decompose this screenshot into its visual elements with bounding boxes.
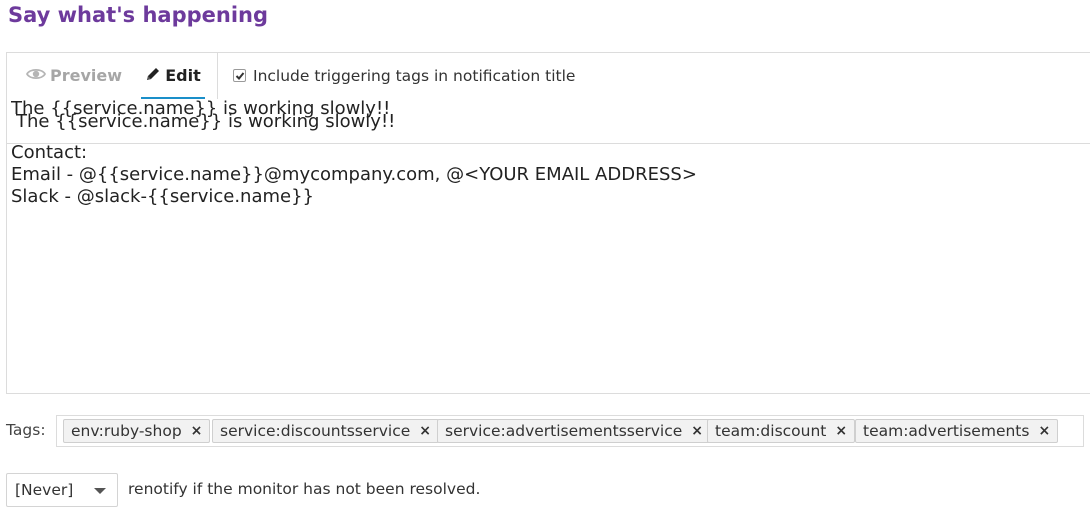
renotify-description: renotify if the monitor has not been res… (128, 480, 481, 498)
remove-tag-icon[interactable]: × (419, 423, 431, 439)
include-tags-label: Include triggering tags in notification … (253, 66, 576, 85)
tab-edit-label: Edit (165, 66, 201, 85)
tab-preview[interactable]: Preview (25, 53, 123, 98)
renotify-select[interactable]: [Never] (6, 473, 118, 507)
pencil-icon (145, 66, 165, 86)
tab-divider (217, 53, 218, 99)
renotify-select-value: [Never] (15, 481, 74, 499)
tag-chip: service:advertisementsservice × (437, 419, 712, 443)
remove-tag-icon[interactable]: × (835, 423, 847, 439)
remove-tag-icon[interactable]: × (1038, 423, 1050, 439)
tag-chip: service:discountsservice × (212, 419, 440, 443)
tab-edit[interactable]: Edit (141, 53, 205, 100)
editor-tabbar: Preview Edit Include triggering tags in … (7, 53, 1090, 100)
tags-label: Tags: (6, 421, 46, 439)
tags-input[interactable]: env:ruby-shop × service:discountsservice… (56, 415, 1084, 447)
include-tags-option[interactable]: Include triggering tags in notification … (233, 53, 575, 98)
section-title: Say what's happening (8, 3, 269, 27)
tag-chip-label: service:discountsservice (220, 422, 411, 440)
eye-icon (25, 66, 50, 85)
chevron-down-icon (94, 488, 106, 494)
include-tags-checkbox[interactable] (233, 69, 246, 82)
tab-preview-label: Preview (50, 66, 123, 85)
tag-chip: env:ruby-shop × (63, 419, 211, 443)
message-body-textarea[interactable]: The {{service.name}} is working slowly!!… (11, 98, 1071, 333)
tag-chip-label: team:discount (715, 422, 827, 440)
remove-tag-icon[interactable]: × (191, 423, 203, 439)
tag-chip-label: team:advertisements (863, 422, 1030, 440)
tag-chip: team:advertisements × (855, 419, 1059, 443)
remove-tag-icon[interactable]: × (691, 423, 703, 439)
checkmark-icon (235, 72, 245, 80)
tag-chip-label: env:ruby-shop (71, 422, 182, 440)
tag-chip: team:discount × (707, 419, 856, 443)
tag-chip-label: service:advertisementsservice (445, 422, 683, 440)
